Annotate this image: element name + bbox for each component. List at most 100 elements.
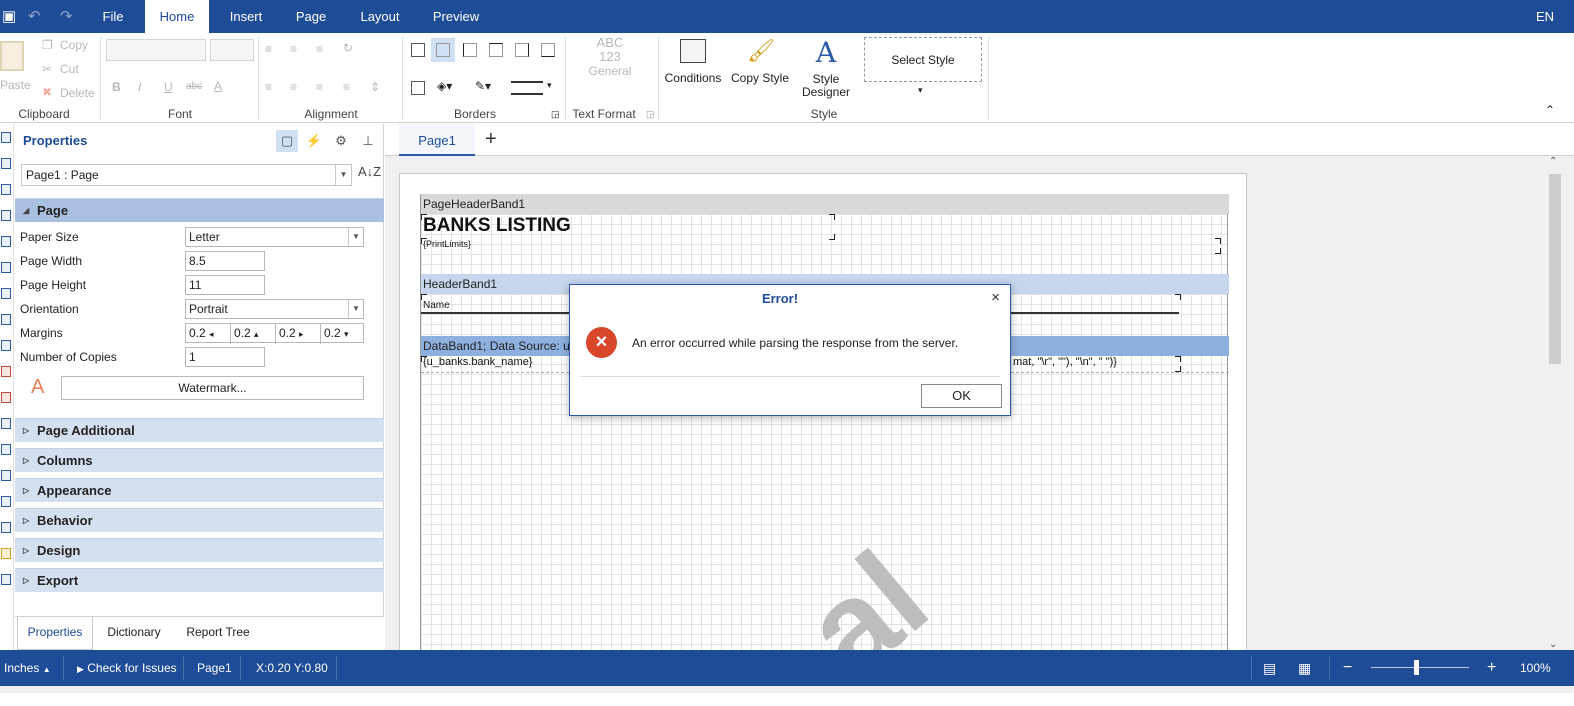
close-icon[interactable]: × — [991, 289, 1000, 306]
gear-icon[interactable]: ⚙ — [330, 130, 352, 152]
toolbox-icon[interactable] — [1, 340, 11, 351]
toolbox-icon[interactable] — [1, 444, 11, 455]
category-page-additional[interactable]: ▷ Page Additional — [15, 418, 384, 442]
border-all-icon[interactable] — [411, 43, 425, 57]
toolbox-icon[interactable] — [1, 158, 11, 169]
menu-tab-preview[interactable]: Preview — [428, 0, 484, 33]
align-middle-icon[interactable]: ≡ — [290, 42, 297, 56]
toolbox-icon[interactable] — [1, 392, 11, 403]
dialog-launcher-icon[interactable]: ◲ — [551, 109, 560, 120]
cut-icon[interactable]: ✂ — [42, 62, 52, 76]
name-column-header[interactable]: Name — [423, 300, 450, 311]
undo-icon[interactable]: ↶ — [28, 7, 41, 25]
paste-button[interactable]: Paste — [0, 78, 31, 92]
toolbox-icon[interactable] — [1, 366, 11, 377]
strikethrough-button[interactable]: abc — [186, 81, 202, 92]
border-top-icon[interactable] — [489, 43, 503, 57]
menu-tab-file[interactable]: File — [90, 0, 136, 33]
page-header-band[interactable]: PageHeaderBand1 — [421, 194, 1229, 214]
toolbox-icon[interactable] — [1, 522, 11, 533]
chevron-down-icon[interactable]: ▾ — [918, 85, 923, 96]
align-bottom-icon[interactable]: ≡ — [316, 42, 323, 56]
orientation-select[interactable]: Portrait ▼ — [185, 299, 364, 319]
category-appearance[interactable]: ▷ Appearance — [15, 478, 384, 502]
border-style-icon[interactable] — [411, 81, 425, 95]
border-bottom-icon[interactable] — [541, 43, 555, 57]
language-selector[interactable]: EN — [1536, 9, 1554, 24]
toolbox-icon[interactable] — [1, 496, 11, 507]
delete-icon[interactable]: ✖ — [42, 85, 52, 99]
toolbox-icon[interactable] — [1, 210, 11, 221]
vertical-scrollbar[interactable]: ⌃ ⌄ — [1546, 156, 1562, 650]
toolbox-icon[interactable] — [1, 574, 11, 585]
margin-left-field[interactable]: 0.2 ◂ — [186, 324, 231, 344]
margin-bottom-field[interactable]: 0.2 ▾ — [321, 324, 363, 344]
align-right-icon[interactable]: ≡ — [316, 80, 323, 94]
border-width-select[interactable] — [511, 81, 543, 95]
units-selector[interactable]: Inches ▲ — [4, 650, 51, 686]
menu-tab-home[interactable]: Home — [145, 0, 209, 33]
menu-tab-layout[interactable]: Layout — [351, 0, 409, 33]
tab-dictionary[interactable]: Dictionary — [101, 617, 167, 650]
margin-top-field[interactable]: 0.2 ▴ — [231, 324, 276, 344]
font-color-button[interactable]: A — [214, 79, 222, 93]
delete-button[interactable]: Delete — [60, 86, 95, 100]
underline-button[interactable]: U — [164, 80, 173, 94]
menu-tab-page[interactable]: Page — [288, 0, 334, 33]
watermark-button[interactable]: Watermark... — [61, 376, 364, 400]
line-spacing-icon[interactable]: ⇕ — [370, 80, 380, 94]
page-view-icon[interactable]: ▦ — [1298, 650, 1311, 686]
ok-button[interactable]: OK — [921, 384, 1002, 408]
category-page[interactable]: ◢ Page — [15, 198, 384, 222]
style-designer-button[interactable]: A Style Designer — [796, 37, 856, 99]
font-size-select[interactable] — [210, 39, 254, 61]
category-design[interactable]: ▷ Design — [15, 538, 384, 562]
events-icon[interactable]: ⚡ — [303, 130, 325, 152]
cut-button[interactable]: Cut — [60, 62, 79, 76]
conditions-button[interactable]: Conditions — [664, 39, 722, 85]
tab-properties[interactable]: Properties — [17, 617, 93, 650]
scroll-down-icon[interactable]: ⌄ — [1549, 639, 1557, 650]
print-limits-text[interactable]: {PrintLimits} — [423, 239, 471, 249]
border-right-icon[interactable] — [515, 43, 529, 57]
report-title-text[interactable]: BANKS LISTING — [423, 215, 571, 237]
fill-color-icon[interactable]: ◈▾ — [437, 79, 452, 93]
paper-size-select[interactable]: Letter ▼ — [185, 227, 364, 247]
border-color-icon[interactable]: ✎▾ — [475, 79, 491, 93]
tab-report-tree[interactable]: Report Tree — [179, 617, 257, 650]
text-format-preview[interactable]: ABC 123 General — [580, 36, 640, 79]
dialog-launcher-icon[interactable]: ◲ — [646, 109, 655, 120]
save-icon[interactable]: ▣ — [2, 7, 16, 25]
view-mode-icon[interactable]: ▤ — [1263, 650, 1276, 686]
sort-az-icon[interactable]: A↓Z — [358, 164, 381, 179]
copy-button[interactable]: Copy — [60, 38, 88, 52]
format-expression-field[interactable]: mat, "\r", ""), "\n", " ")} — [1013, 356, 1117, 368]
scroll-up-icon[interactable]: ⌃ — [1549, 156, 1557, 167]
copies-input[interactable]: 1 — [185, 347, 265, 367]
chevron-down-icon[interactable]: ▾ — [547, 80, 552, 91]
toolbox-icon[interactable] — [1, 470, 11, 481]
menu-tab-insert[interactable]: Insert — [221, 0, 271, 33]
toolbox-icon[interactable] — [1, 418, 11, 429]
redo-icon[interactable]: ↷ — [60, 7, 73, 25]
align-left-icon[interactable]: ≡ — [265, 80, 272, 94]
align-center-icon[interactable]: ≡ — [290, 80, 297, 94]
category-export[interactable]: ▷ Export — [15, 568, 384, 592]
border-left-icon[interactable] — [463, 43, 477, 57]
bold-button[interactable]: B — [112, 80, 121, 94]
category-columns[interactable]: ▷ Columns — [15, 448, 384, 472]
toolbox-icon[interactable] — [1, 184, 11, 195]
align-top-icon[interactable]: ≡ — [265, 42, 272, 56]
zoom-in-button[interactable]: + — [1487, 650, 1496, 686]
properties-view-icon[interactable]: ▢ — [276, 130, 298, 152]
justify-icon[interactable]: ≡ — [343, 80, 350, 94]
toolbox-icon[interactable] — [1, 236, 11, 247]
toolbox-icon[interactable] — [1, 132, 11, 143]
tab-page1[interactable]: Page1 — [399, 124, 475, 156]
zoom-out-button[interactable]: − — [1343, 650, 1352, 686]
check-issues-button[interactable]: ▶ Check for Issues — [77, 650, 177, 686]
bank-name-field[interactable]: {u_banks.bank_name} — [423, 356, 532, 368]
page-height-input[interactable]: 11 — [185, 275, 265, 295]
pin-icon[interactable]: ⊥ — [357, 130, 379, 152]
object-selector[interactable]: Page1 : Page ▼ — [21, 164, 352, 186]
